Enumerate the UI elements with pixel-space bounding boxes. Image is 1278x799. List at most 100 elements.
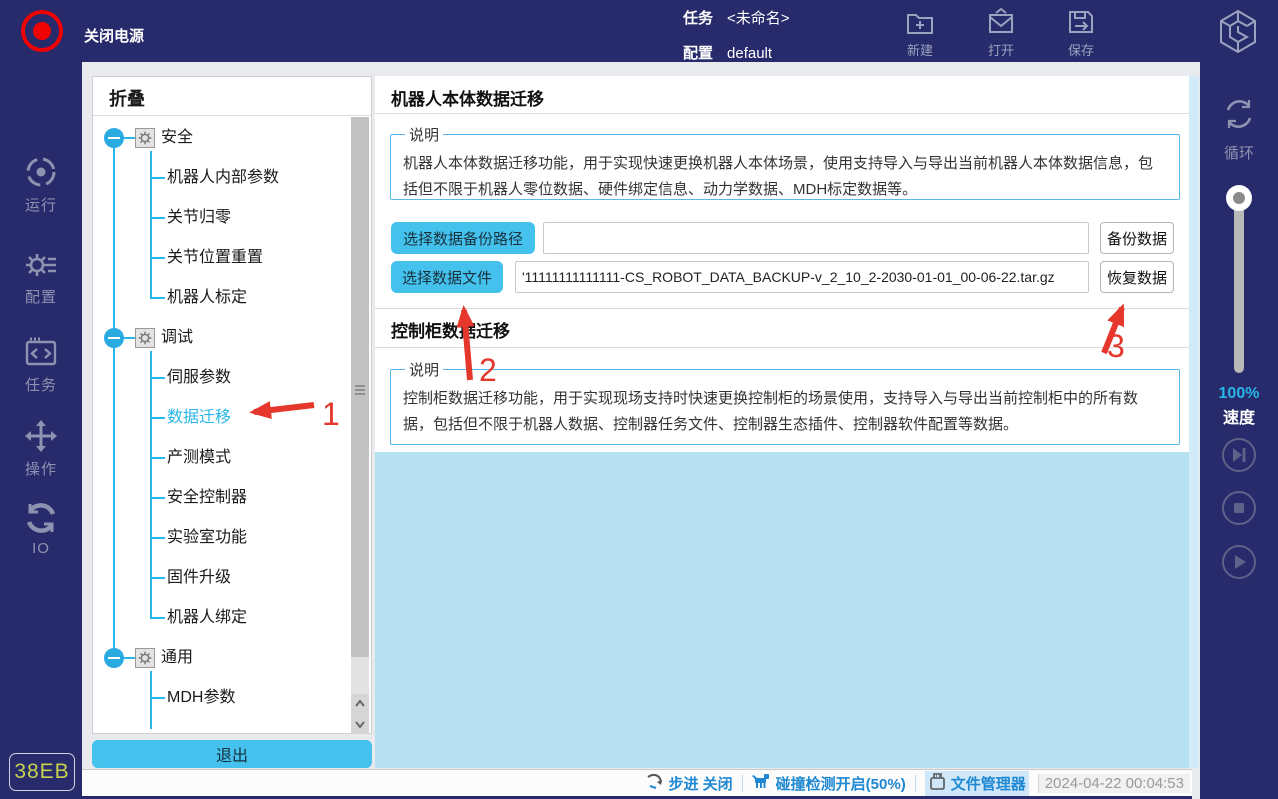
tree-collapse-toggle[interactable] bbox=[104, 328, 124, 348]
loop-label: 循环 bbox=[1200, 142, 1278, 163]
empty-content-area bbox=[375, 452, 1189, 768]
tree-group-debug[interactable]: 调试 bbox=[161, 324, 193, 352]
status-badge: 38EB bbox=[9, 753, 75, 791]
speed-value: 100% bbox=[1200, 385, 1278, 403]
tree-connector bbox=[150, 697, 165, 699]
sidebar-item-label: 运行 bbox=[0, 194, 82, 215]
slider-knob-core bbox=[1233, 192, 1245, 204]
choose-backup-path-button[interactable]: 选择数据备份路径 bbox=[391, 222, 535, 254]
tree-connector bbox=[124, 137, 135, 139]
sidebar-item-label: 配置 bbox=[0, 286, 82, 307]
sidebar-item-task[interactable]: 任务 bbox=[0, 334, 82, 395]
tree-item-production-test[interactable]: 产测模式 bbox=[167, 444, 231, 472]
task-label: 任务 bbox=[683, 10, 713, 27]
tree-collapse-toggle[interactable] bbox=[104, 128, 124, 148]
tree-item-data-migration[interactable]: 数据迁移 bbox=[167, 404, 231, 432]
loop-toggle[interactable]: 循环 bbox=[1200, 95, 1278, 163]
tree-item-robot-calibration[interactable]: 机器人标定 bbox=[167, 284, 247, 312]
divider bbox=[375, 347, 1189, 348]
tree-item-mdh-params[interactable]: MDH参数 bbox=[167, 684, 235, 712]
sidebar-item-label: 任务 bbox=[0, 374, 82, 395]
cabinet-migration-title: 控制柜数据迁移 bbox=[391, 317, 510, 342]
brand-logo-icon bbox=[1212, 6, 1264, 63]
tree-collapse-toggle[interactable] bbox=[104, 648, 124, 668]
minus-icon bbox=[108, 657, 120, 659]
run-icon bbox=[0, 154, 82, 190]
file-manager-button[interactable]: 文件管理器 bbox=[925, 771, 1029, 796]
tree-gear-icon bbox=[135, 328, 155, 348]
collapse-label[interactable]: 折叠 bbox=[109, 85, 145, 111]
tree-header: 折叠 bbox=[93, 77, 371, 116]
divider bbox=[375, 113, 1189, 114]
power-icon[interactable] bbox=[21, 10, 63, 52]
tree-connector bbox=[150, 617, 165, 619]
tree-item-joint-pos-reset[interactable]: 关节位置重置 bbox=[167, 244, 263, 272]
robot-migration-title: 机器人本体数据迁移 bbox=[391, 85, 544, 110]
tree-item-robot-internal-params[interactable]: 机器人内部参数 bbox=[167, 164, 279, 192]
loop-icon bbox=[1220, 120, 1258, 137]
tree-item-servo-params[interactable]: 伺服参数 bbox=[167, 364, 231, 392]
tree-connector bbox=[150, 217, 165, 219]
tree-item-safety-controller[interactable]: 安全控制器 bbox=[167, 484, 247, 512]
collision-detection-label: 碰撞检测开启(50%) bbox=[776, 773, 906, 794]
backup-path-input[interactable] bbox=[543, 222, 1089, 254]
backup-data-button[interactable]: 备份数据 bbox=[1100, 222, 1174, 254]
tree-connector bbox=[150, 417, 165, 419]
step-arrow-icon bbox=[646, 772, 665, 795]
note-text: 机器人本体数据迁移功能，用于实现快速更换机器人本体场景，使用支持导入与导出当前机… bbox=[403, 151, 1167, 203]
note-text: 控制柜数据迁移功能，用于实现现场支持时快速更换控制柜的场景使用，支持导入与导出当… bbox=[403, 386, 1167, 438]
speed-slider-track[interactable] bbox=[1234, 197, 1244, 373]
sidebar-item-io[interactable]: IO bbox=[0, 500, 82, 557]
minus-icon bbox=[108, 337, 120, 339]
speed-slider-knob[interactable] bbox=[1226, 185, 1252, 211]
tree-item-robot-binding[interactable]: 机器人绑定 bbox=[167, 604, 247, 632]
stop-button[interactable] bbox=[1222, 491, 1256, 525]
task-row: 任务<未命名> bbox=[683, 7, 790, 28]
data-file-input[interactable] bbox=[515, 261, 1089, 293]
divider bbox=[915, 775, 916, 792]
scroll-up-button[interactable] bbox=[351, 694, 369, 714]
choose-data-file-button[interactable]: 选择数据文件 bbox=[391, 261, 503, 293]
new-button[interactable]: 新建 bbox=[888, 6, 952, 59]
tree-group-safety[interactable]: 安全 bbox=[161, 124, 193, 152]
tree-item-firmware-upgrade[interactable]: 固件升级 bbox=[167, 564, 231, 592]
tree-scrollbar[interactable] bbox=[351, 117, 369, 734]
sidebar-item-operate[interactable]: 操作 bbox=[0, 418, 82, 479]
sidebar-item-config[interactable]: 配置 bbox=[0, 246, 82, 307]
main-scrollbar-track[interactable] bbox=[1189, 76, 1199, 768]
tree-connector bbox=[124, 337, 135, 339]
new-label: 新建 bbox=[888, 40, 952, 59]
step-mode-label: 步进 关闭 bbox=[669, 773, 733, 794]
tree-item-joint-zeroing[interactable]: 关节归零 bbox=[167, 204, 231, 232]
tree-connector bbox=[150, 177, 165, 179]
tree-connector bbox=[124, 657, 135, 659]
sidebar-item-run[interactable]: 运行 bbox=[0, 154, 82, 215]
tree-item-lab-features[interactable]: 实验室功能 bbox=[167, 524, 247, 552]
open-icon bbox=[969, 6, 1033, 38]
code-window-icon bbox=[0, 334, 82, 370]
tree-connector bbox=[113, 138, 115, 658]
step-mode-status[interactable]: 步进 关闭 bbox=[646, 772, 733, 795]
status-bar: 步进 关闭 碰撞检测开启(50%) 文件管理器 2024-04-22 00:04… bbox=[82, 769, 1192, 796]
tree-gear-icon bbox=[135, 128, 155, 148]
tree-connector bbox=[150, 537, 165, 539]
collision-detection-status[interactable]: 碰撞检测开启(50%) bbox=[752, 772, 906, 795]
open-button[interactable]: 打开 bbox=[969, 6, 1033, 59]
datetime: 2024-04-22 00:04:53 bbox=[1038, 774, 1190, 793]
main-content: 机器人本体数据迁移 说明 机器人本体数据迁移功能，用于实现快速更换机器人本体场景… bbox=[375, 76, 1189, 768]
gear-icon bbox=[0, 246, 82, 282]
tree-connector bbox=[150, 497, 165, 499]
save-button[interactable]: 保存 bbox=[1049, 6, 1113, 59]
tree-connector bbox=[150, 577, 165, 579]
tree-connector bbox=[150, 377, 165, 379]
scroll-grip-icon bbox=[355, 385, 365, 387]
exit-button[interactable]: 退出 bbox=[92, 740, 372, 768]
scroll-down-button[interactable] bbox=[351, 714, 369, 734]
tree-scrollbar-handle[interactable] bbox=[351, 117, 369, 657]
tree-group-general[interactable]: 通用 bbox=[161, 644, 193, 672]
play-button[interactable] bbox=[1222, 545, 1256, 579]
file-manager-label: 文件管理器 bbox=[951, 773, 1026, 794]
step-forward-button[interactable] bbox=[1222, 438, 1256, 472]
cabinet-migration-note: 说明 控制柜数据迁移功能，用于实现现场支持时快速更换控制柜的场景使用，支持导入与… bbox=[390, 359, 1180, 445]
restore-data-button[interactable]: 恢复数据 bbox=[1100, 261, 1174, 293]
